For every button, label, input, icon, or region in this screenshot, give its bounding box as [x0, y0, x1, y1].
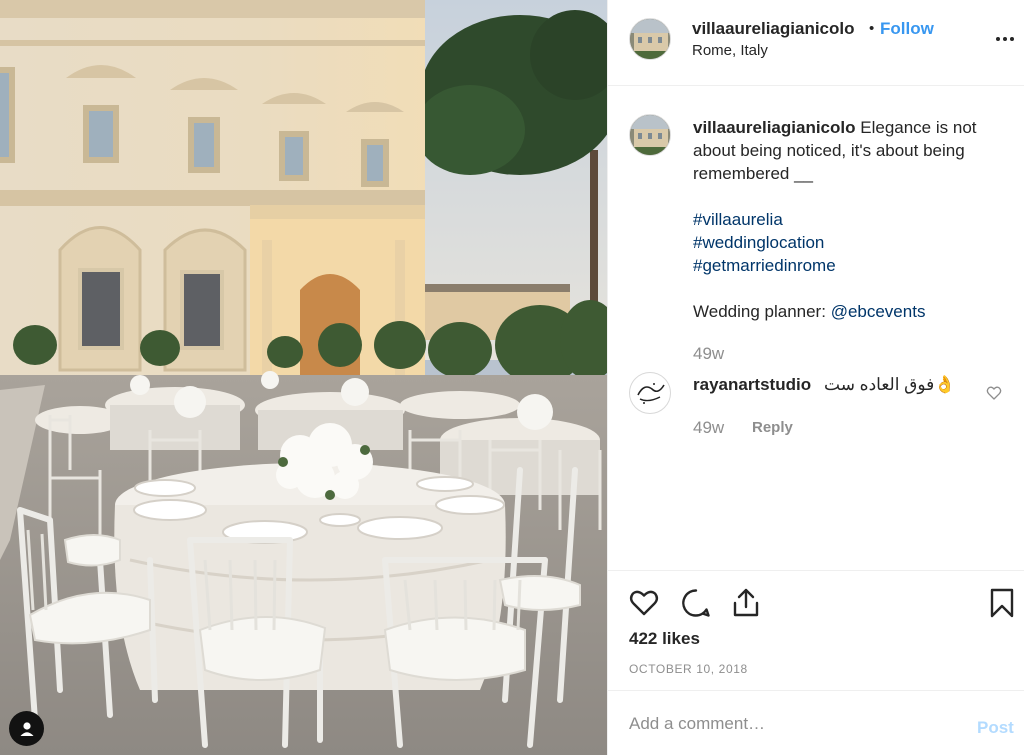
- likes-count[interactable]: 422 likes: [629, 629, 700, 649]
- comment-heart-icon[interactable]: [986, 385, 1002, 401]
- planner-label: Wedding planner:: [693, 302, 826, 321]
- hashtag-link[interactable]: #weddinglocation: [693, 233, 824, 252]
- villa-avatar-image: [630, 115, 670, 155]
- post-date[interactable]: OCTOBER 10, 2018: [629, 662, 748, 676]
- reply-button[interactable]: Reply: [752, 419, 793, 436]
- location-link[interactable]: Rome, Italy: [692, 42, 768, 59]
- caption-text-block: villaaureliagianicolo Elegance is not ab…: [693, 116, 1013, 323]
- hashtag-link[interactable]: #getmarriedinrome: [693, 256, 836, 275]
- post-header: villaaureliagianicolo • Follow Rome, Ita…: [608, 0, 1024, 86]
- comment-icon[interactable]: [680, 587, 712, 619]
- more-horizontal-icon[interactable]: [994, 28, 1016, 50]
- mention-link[interactable]: @ebcevents: [831, 302, 926, 321]
- bookmark-icon[interactable]: [986, 587, 1018, 619]
- hashtag-link[interactable]: #villaaurelia: [693, 210, 783, 229]
- person-icon: [20, 721, 33, 736]
- comment-age[interactable]: 49w: [693, 418, 724, 438]
- add-comment-bar: Post: [608, 690, 1024, 755]
- caption-avatar[interactable]: [629, 114, 671, 156]
- share-icon[interactable]: [730, 587, 762, 619]
- wedding-venue-image: [0, 0, 607, 755]
- post-sidebar: villaaureliagianicolo • Follow Rome, Ita…: [607, 0, 1024, 755]
- caption-age[interactable]: 49w: [693, 344, 724, 364]
- separator-dot: •: [869, 20, 875, 37]
- user-tag-button[interactable]: [9, 711, 44, 746]
- follow-button[interactable]: Follow: [880, 19, 934, 39]
- comment-username[interactable]: rayanartstudio: [693, 375, 811, 395]
- heart-icon[interactable]: [628, 587, 660, 619]
- caption-username[interactable]: villaaureliagianicolo: [693, 118, 856, 137]
- villa-avatar-image: [630, 19, 670, 59]
- post-comment-button[interactable]: Post: [977, 718, 1014, 738]
- post-photo[interactable]: [0, 0, 607, 755]
- comment-text: فوق العاده ست👌: [824, 375, 956, 394]
- commenter-avatar[interactable]: [629, 372, 671, 414]
- profile-avatar[interactable]: [629, 18, 671, 60]
- calligraphy-logo-icon: [637, 383, 665, 404]
- header-username[interactable]: villaaureliagianicolo: [692, 19, 855, 39]
- post-actions: 422 likes OCTOBER 10, 2018: [608, 570, 1024, 690]
- comment-input[interactable]: [629, 709, 949, 739]
